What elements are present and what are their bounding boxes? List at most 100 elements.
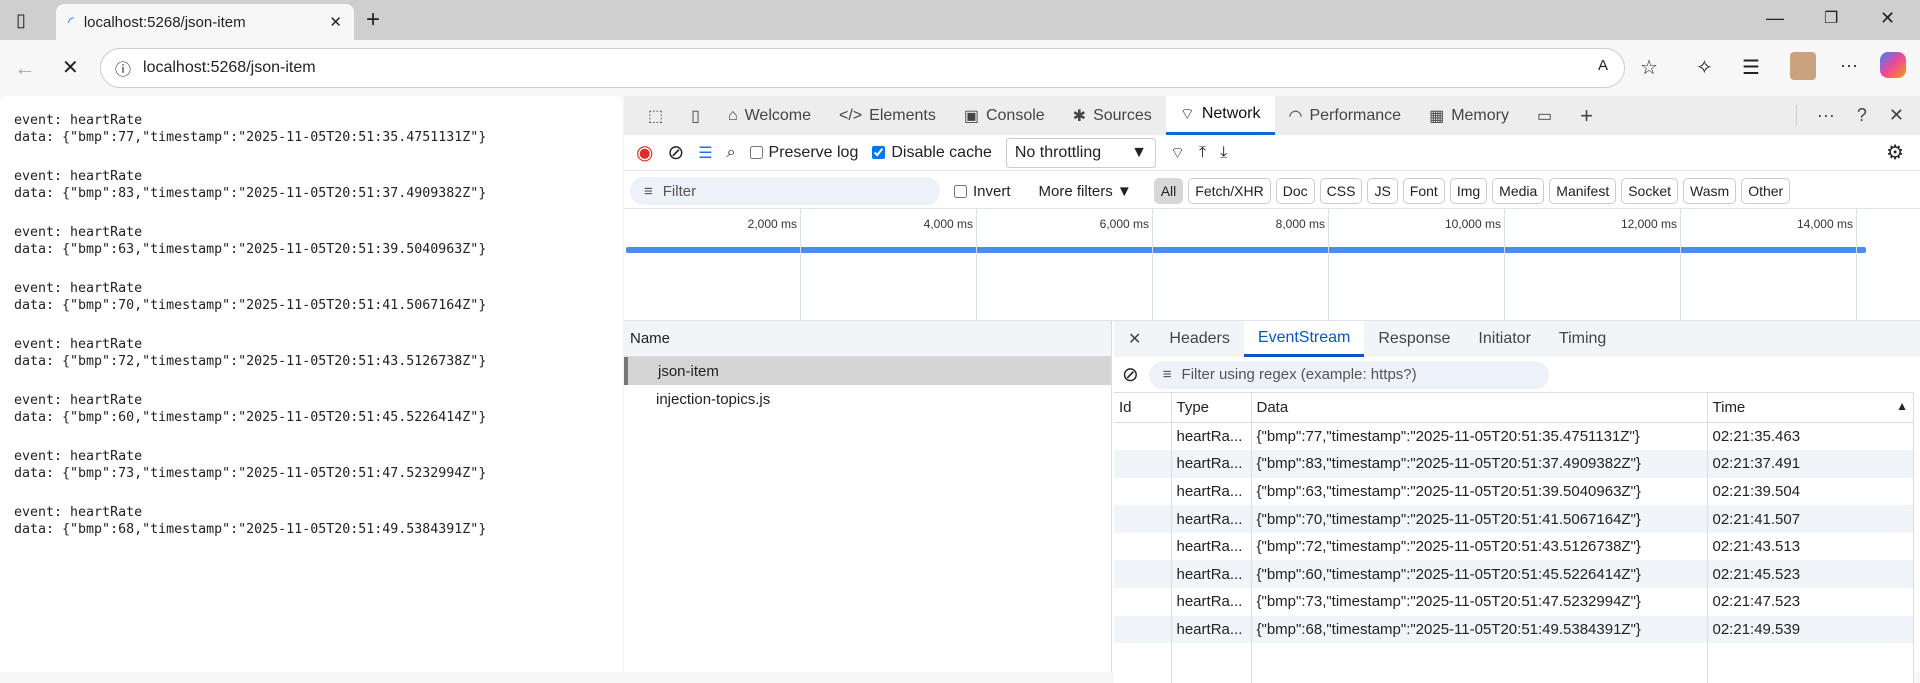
event-data: {"bmp":72,"timestamp":"2025-11-05T20:51:… <box>1251 532 1708 561</box>
filter-type-wasm[interactable]: Wasm <box>1683 178 1737 204</box>
event-block: event: heartRate data: {"bmp":68,"timesta… <box>14 504 608 538</box>
favorites-icon[interactable]: ☰ <box>1742 55 1760 80</box>
clear-events-icon[interactable]: ⊘ <box>1122 362 1139 387</box>
search-icon[interactable]: ⌕ <box>727 144 736 162</box>
tab-label: Performance <box>1309 106 1402 124</box>
filter-type-socket[interactable]: Socket <box>1621 178 1679 204</box>
site-info-icon[interactable]: ⓘ <box>115 56 131 80</box>
url-text: localhost:5268/json-item <box>143 59 316 76</box>
clear-icon[interactable]: ⊘ <box>667 140 684 165</box>
close-detail-icon[interactable]: ✕ <box>1114 321 1155 357</box>
tab-eventstream[interactable]: EventStream <box>1243 321 1365 357</box>
import-har-icon[interactable]: ⤒ <box>1199 144 1206 162</box>
tab-timing[interactable]: Timing <box>1545 321 1620 357</box>
extensions-icon[interactable]: ✧ <box>1696 55 1713 80</box>
column-type[interactable]: Type <box>1171 392 1252 423</box>
tab-network[interactable]: ⌔ Network <box>1165 96 1275 135</box>
close-devtools-icon[interactable]: ✕ <box>1889 105 1904 126</box>
invert-checkbox[interactable]: Invert <box>954 183 1011 200</box>
export-har-icon[interactable]: ⤓ <box>1220 144 1227 162</box>
column-data[interactable]: Data <box>1251 392 1708 423</box>
settings-gear-icon[interactable]: ⚙ <box>1886 140 1904 165</box>
network-conditions-icon[interactable]: ⌔ <box>1170 143 1185 163</box>
record-stop-icon[interactable]: ◉ <box>636 140 653 165</box>
profile-avatar[interactable] <box>1790 52 1816 80</box>
event-row[interactable]: heartRa... {"bmp":60,"timestamp":"2025-11… <box>1114 560 1914 589</box>
event-block: event: heartRate data: {"bmp":72,"timesta… <box>14 336 608 370</box>
help-icon[interactable]: ? <box>1857 105 1867 126</box>
event-row[interactable]: heartRa... {"bmp":72,"timestamp":"2025-11… <box>1114 532 1914 561</box>
read-aloud-icon[interactable]: A <box>1598 57 1608 74</box>
add-tab-icon[interactable]: + <box>1566 96 1607 135</box>
back-icon[interactable]: ← <box>14 55 36 81</box>
invert-label: Invert <box>973 182 1011 200</box>
filter-icon: ≡ <box>1162 366 1172 383</box>
more-filters-label: More filters <box>1038 182 1113 200</box>
filter-type-font[interactable]: Font <box>1402 178 1445 204</box>
restore-icon[interactable]: ❐ <box>1824 8 1838 28</box>
column-time[interactable]: Time ▲ <box>1707 392 1914 423</box>
data-line: data: {"bmp":60,"timestamp":"2025-11-05T… <box>14 410 487 425</box>
event-type: heartRa... <box>1171 588 1252 616</box>
devtools-tabs: ⬚ ▯ ⌂ Welcome </> Elements ▣ Console ✱ Sourc… <box>624 96 1920 135</box>
regex-filter-input[interactable]: ≡ Filter using regex (example: https?) <box>1148 360 1549 389</box>
name-column-header[interactable]: Name <box>624 321 1111 357</box>
close-window-icon[interactable]: ✕ <box>1880 8 1895 29</box>
filter-type-fetch-xhr[interactable]: Fetch/XHR <box>1188 178 1271 204</box>
stop-icon[interactable]: ✕ <box>62 55 79 80</box>
disable-cache-checkbox[interactable]: Disable cache <box>872 144 992 162</box>
more-menu-icon[interactable]: ··· <box>1840 55 1858 76</box>
throttling-select[interactable]: No throttling ▼ <box>1005 137 1156 168</box>
request-row[interactable]: injection-topics.js <box>624 385 1111 413</box>
tab-memory[interactable]: ▦ Memory <box>1415 96 1523 135</box>
event-row[interactable]: heartRa... {"bmp":70,"timestamp":"2025-11… <box>1114 505 1914 533</box>
new-tab-icon[interactable]: + <box>366 6 380 34</box>
filter-type-manifest[interactable]: Manifest <box>1549 178 1617 204</box>
tab-headers[interactable]: Headers <box>1155 321 1243 357</box>
close-tab-icon[interactable]: ✕ <box>329 13 342 31</box>
minimize-icon[interactable]: — <box>1766 8 1784 29</box>
event-row[interactable]: heartRa... {"bmp":68,"timestamp":"2025-11… <box>1114 615 1914 644</box>
column-id[interactable]: Id <box>1114 392 1172 423</box>
filter-clear-icon[interactable]: ☰ <box>698 143 712 163</box>
request-row[interactable]: json-item <box>624 357 1111 385</box>
filter-type-all[interactable]: All <box>1153 178 1184 204</box>
browser-tab[interactable]: ◜ localhost:5268/json-item ✕ <box>56 4 354 40</box>
tab-console[interactable]: ▣ Console <box>950 96 1059 135</box>
panel-icon[interactable]: ▭ <box>1523 96 1566 135</box>
favorite-icon[interactable]: ☆ <box>1640 55 1658 80</box>
address-bar[interactable]: ⓘ localhost:5268/json-item <box>100 48 1625 88</box>
preserve-log-checkbox[interactable]: Preserve log <box>749 144 858 162</box>
filter-type-img[interactable]: Img <box>1449 178 1488 204</box>
tab-welcome[interactable]: ⌂ Welcome <box>714 96 825 135</box>
filter-type-media[interactable]: Media <box>1492 178 1545 204</box>
event-row[interactable]: heartRa... {"bmp":63,"timestamp":"2025-11… <box>1114 477 1914 506</box>
inspect-icon[interactable]: ⬚ <box>634 96 677 135</box>
filter-type-css[interactable]: CSS <box>1319 178 1363 204</box>
filter-type-js[interactable]: JS <box>1367 178 1398 204</box>
more-icon[interactable]: ··· <box>1817 105 1835 126</box>
tab-response[interactable]: Response <box>1364 321 1464 357</box>
filter-type-doc[interactable]: Doc <box>1275 178 1315 204</box>
event-row[interactable]: heartRa... {"bmp":77,"timestamp":"2025-11… <box>1114 422 1914 451</box>
timeline-tick: 14,000 ms <box>1797 209 1857 322</box>
timeline-tick: 6,000 ms <box>1100 209 1153 322</box>
tab-sources[interactable]: ✱ Sources <box>1059 96 1166 135</box>
tab-strip: ▯ ◜ localhost:5268/json-item ✕ + — ❐ ✕ <box>0 0 1920 40</box>
device-toolbar-icon[interactable]: ▯ <box>677 96 714 135</box>
filter-type-other[interactable]: Other <box>1741 178 1791 204</box>
event-id <box>1114 450 1172 478</box>
network-toolbar: ◉ ⊘ ☰ ⌕ Preserve log Disable cache No th… <box>624 135 1920 171</box>
event-row[interactable]: heartRa... {"bmp":73,"timestamp":"2025-11… <box>1114 588 1914 616</box>
sidebar-toggle-icon[interactable]: ▯ <box>16 10 26 31</box>
tab-elements[interactable]: </> Elements <box>825 96 950 135</box>
tab-performance[interactable]: ◠ Performance <box>1275 96 1416 135</box>
more-filters-button[interactable]: More filters ▼ <box>1039 183 1132 200</box>
event-id <box>1114 422 1172 451</box>
event-row[interactable]: heartRa... {"bmp":83,"timestamp":"2025-11… <box>1114 450 1914 478</box>
data-line: data: {"bmp":63,"timestamp":"2025-11-05T… <box>14 242 487 257</box>
copilot-icon[interactable] <box>1880 52 1906 78</box>
chip-icon: ▦ <box>1429 107 1445 125</box>
filter-input[interactable]: ≡ Filter <box>630 177 940 205</box>
tab-initiator[interactable]: Initiator <box>1464 321 1544 357</box>
